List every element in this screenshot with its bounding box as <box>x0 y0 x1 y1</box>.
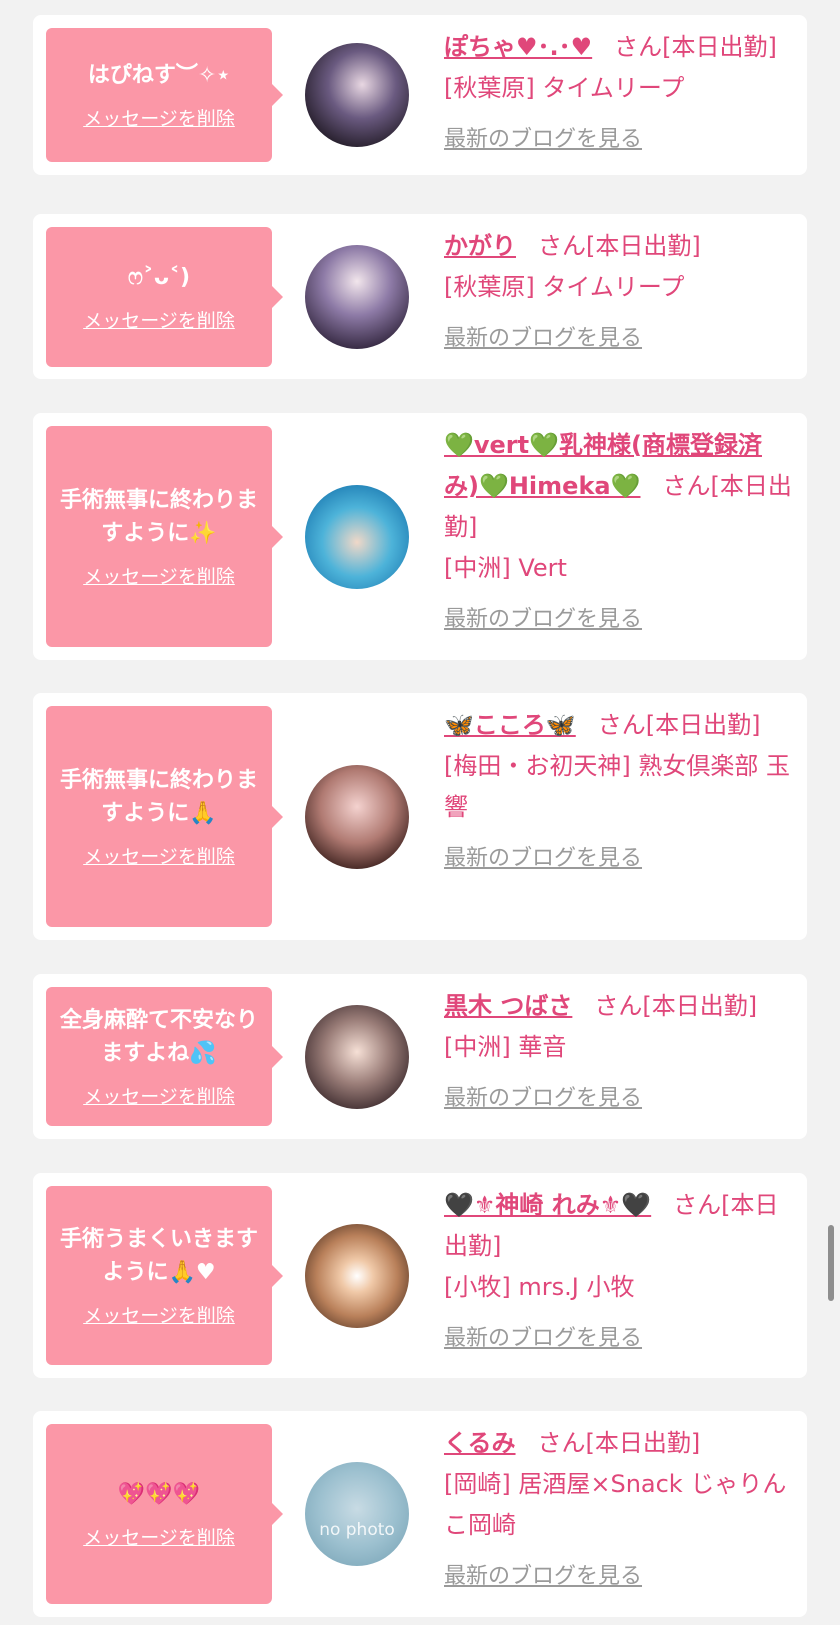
profile-info: 🖤⚜神崎 れみ⚜🖤 さん[本日出勤] [小牧] mrs.J 小牧 最新のブログを見… <box>444 1185 795 1359</box>
girl-name-link[interactable]: ぽちゃ♥︎･.･♥︎ <box>444 33 592 61</box>
delete-message-link[interactable]: メッセージを削除 <box>83 842 235 869</box>
status-text: さん[本日出勤] <box>614 33 777 61</box>
profile-info: 黒木 つばさ さん[本日出勤] [中洲] 華音 最新のブログを見る <box>444 986 795 1119</box>
message-bubble: 全身麻酔て不安なりますよね💦 メッセージを削除 <box>46 987 283 1126</box>
avatar[interactable] <box>305 1224 409 1328</box>
message-card: 全身麻酔て不安なりますよね💦 メッセージを削除 黒木 つばさ さん[本日出勤] [… <box>33 974 807 1139</box>
status-text: さん[本日出勤] <box>597 711 761 739</box>
delete-message-link[interactable]: メッセージを削除 <box>83 306 235 333</box>
message-text: はぴねす︶✧⋆ <box>87 63 231 88</box>
message-bubble: 💖💖💖 メッセージを削除 <box>46 1424 283 1604</box>
avatar[interactable] <box>305 43 409 147</box>
delete-message-link[interactable]: メッセージを削除 <box>83 562 235 589</box>
message-text: 手術無事に終わりますように✨ <box>59 488 258 546</box>
delete-message-link[interactable]: メッセージを削除 <box>83 1082 235 1109</box>
message-card: 💖💖💖 メッセージを削除 no photo くるみ さん[本日出勤] [岡崎] 居… <box>33 1411 807 1617</box>
latest-blog-link[interactable]: 最新のブログを見る <box>444 838 642 879</box>
avatar[interactable]: no photo <box>305 1462 409 1566</box>
message-text: ෆ˃ᴗ˂) <box>127 265 191 290</box>
profile-info: くるみ さん[本日出勤] [岡崎] 居酒屋×Snack じゃりんこ岡崎 最新のブロ… <box>444 1423 795 1597</box>
avatar[interactable] <box>305 485 409 589</box>
latest-blog-link[interactable]: 最新のブログを見る <box>444 1318 642 1359</box>
shop-text: [中洲] 華音 <box>444 1033 567 1061</box>
shop-text: [秋葉原] タイムリープ <box>444 273 685 301</box>
avatar[interactable] <box>305 1005 409 1109</box>
no-photo-label: no photo <box>319 1520 395 1540</box>
latest-blog-link[interactable]: 最新のブログを見る <box>444 1078 642 1119</box>
girl-name-link[interactable]: 🦋こころ🦋 <box>444 711 576 739</box>
shop-text: [秋葉原] タイムリープ <box>444 74 685 102</box>
shop-text: [中洲] Vert <box>444 554 567 582</box>
latest-blog-link[interactable]: 最新のブログを見る <box>444 119 642 160</box>
girl-name-link[interactable]: かがり <box>444 232 516 260</box>
avatar[interactable] <box>305 245 409 349</box>
delete-message-link[interactable]: メッセージを削除 <box>83 1301 235 1328</box>
status-text: さん[本日出勤] <box>537 1429 701 1457</box>
message-text: 💖💖💖 <box>117 1482 201 1507</box>
delete-message-link[interactable]: メッセージを削除 <box>83 104 235 131</box>
status-text: さん[本日出勤] <box>538 232 701 260</box>
message-bubble: 手術うまくいきますように🙏♥ メッセージを削除 <box>46 1186 283 1365</box>
message-card: 手術無事に終わりますように🙏 メッセージを削除 🦋こころ🦋 さん[本日出勤] [梅… <box>33 693 807 940</box>
message-bubble: 手術無事に終わりますように✨ メッセージを削除 <box>46 426 283 647</box>
shop-text: [梅田・お初天神] 熟女倶楽部 玉響 <box>444 752 790 821</box>
latest-blog-link[interactable]: 最新のブログを見る <box>444 599 642 640</box>
avatar[interactable] <box>305 765 409 869</box>
message-bubble: ෆ˃ᴗ˂) メッセージを削除 <box>46 227 283 367</box>
message-card: ෆ˃ᴗ˂) メッセージを削除 かがり さん[本日出勤] [秋葉原] タイムリープ … <box>33 214 807 379</box>
latest-blog-link[interactable]: 最新のブログを見る <box>444 318 642 359</box>
delete-message-link[interactable]: メッセージを削除 <box>83 1523 235 1550</box>
scrollbar[interactable] <box>828 1225 834 1301</box>
message-text: 全身麻酔て不安なりますよね💦 <box>59 1008 258 1066</box>
shop-text: [岡崎] 居酒屋×Snack じゃりんこ岡崎 <box>444 1470 787 1539</box>
message-bubble: はぴねす︶✧⋆ メッセージを削除 <box>46 28 283 162</box>
girl-name-link[interactable]: 黒木 つばさ <box>444 992 572 1020</box>
message-card: 手術うまくいきますように🙏♥ メッセージを削除 🖤⚜神崎 れみ⚜🖤 さん[本日出勤… <box>33 1173 807 1378</box>
message-bubble: 手術無事に終わりますように🙏 メッセージを削除 <box>46 706 283 927</box>
shop-text: [小牧] mrs.J 小牧 <box>444 1273 635 1301</box>
message-text: 手術うまくいきますように🙏♥ <box>59 1227 258 1285</box>
profile-info: かがり さん[本日出勤] [秋葉原] タイムリープ 最新のブログを見る <box>444 226 795 359</box>
latest-blog-link[interactable]: 最新のブログを見る <box>444 1556 642 1597</box>
girl-name-link[interactable]: 🖤⚜神崎 れみ⚜🖤 <box>444 1191 651 1219</box>
message-card: はぴねす︶✧⋆ メッセージを削除 ぽちゃ♥︎･.･♥︎ さん[本日出勤] [秋葉原… <box>33 15 807 175</box>
status-text: さん[本日出勤] <box>594 992 758 1020</box>
profile-info: 💚vert💚乳神様(商標登録済み)💚Himeka💚 さん[本日出勤] [中洲] V… <box>444 425 795 640</box>
profile-info: ぽちゃ♥︎･.･♥︎ さん[本日出勤] [秋葉原] タイムリープ 最新のブログを見… <box>444 27 795 160</box>
message-card: 手術無事に終わりますように✨ メッセージを削除 💚vert💚乳神様(商標登録済み… <box>33 413 807 660</box>
girl-name-link[interactable]: くるみ <box>444 1429 516 1457</box>
message-text: 手術無事に終わりますように🙏 <box>59 768 258 826</box>
profile-info: 🦋こころ🦋 さん[本日出勤] [梅田・お初天神] 熟女倶楽部 玉響 最新のブログを… <box>444 705 795 879</box>
